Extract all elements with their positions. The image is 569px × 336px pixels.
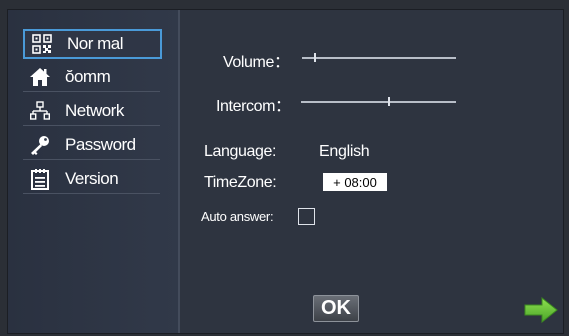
sidebar-item-label: ŏomm	[65, 67, 111, 86]
next-button[interactable]	[524, 296, 558, 324]
language-value[interactable]: English	[319, 143, 370, 161]
settings-screen: Nor mal ŏomm Network Password Version Vo…	[7, 9, 564, 334]
sidebar-item-label: Password	[65, 135, 136, 154]
sidebar: Nor mal ŏomm Network Password Version	[8, 10, 180, 333]
home-icon	[29, 66, 51, 88]
volume-label: Volume：	[223, 54, 290, 71]
volume-slider-thumb[interactable]	[314, 53, 316, 62]
sidebar-item-network[interactable]: Network	[23, 97, 160, 126]
sidebar-item-label: Version	[65, 169, 119, 188]
intercom-label: Intercom：	[216, 98, 291, 115]
sidebar-item-label: Nor mal	[67, 34, 124, 53]
timezone-field[interactable]: + 08:00	[323, 173, 387, 191]
sidebar-item-version[interactable]: Version	[23, 165, 160, 194]
intercom-slider[interactable]	[301, 97, 456, 106]
qr-code-icon	[31, 33, 53, 55]
volume-slider[interactable]	[302, 53, 456, 62]
key-icon	[29, 134, 51, 156]
settings-panel: Volume： Intercom： Language: English Time…	[180, 10, 563, 333]
auto-answer-label: Auto answer:	[201, 209, 274, 224]
sidebar-item-comm[interactable]: ŏomm	[23, 63, 160, 92]
language-label: Language:	[204, 143, 277, 160]
sidebar-item-label: Network	[65, 101, 124, 120]
arrow-right-icon	[524, 296, 558, 324]
intercom-slider-thumb[interactable]	[388, 97, 390, 106]
timezone-label: TimeZone:	[204, 174, 277, 191]
ok-button[interactable]: OK	[313, 295, 359, 322]
document-icon	[29, 168, 51, 190]
sidebar-item-password[interactable]: Password	[23, 131, 160, 160]
sidebar-item-normal[interactable]: Nor mal	[23, 29, 162, 59]
auto-answer-checkbox[interactable]	[298, 208, 315, 225]
network-icon	[29, 100, 51, 122]
